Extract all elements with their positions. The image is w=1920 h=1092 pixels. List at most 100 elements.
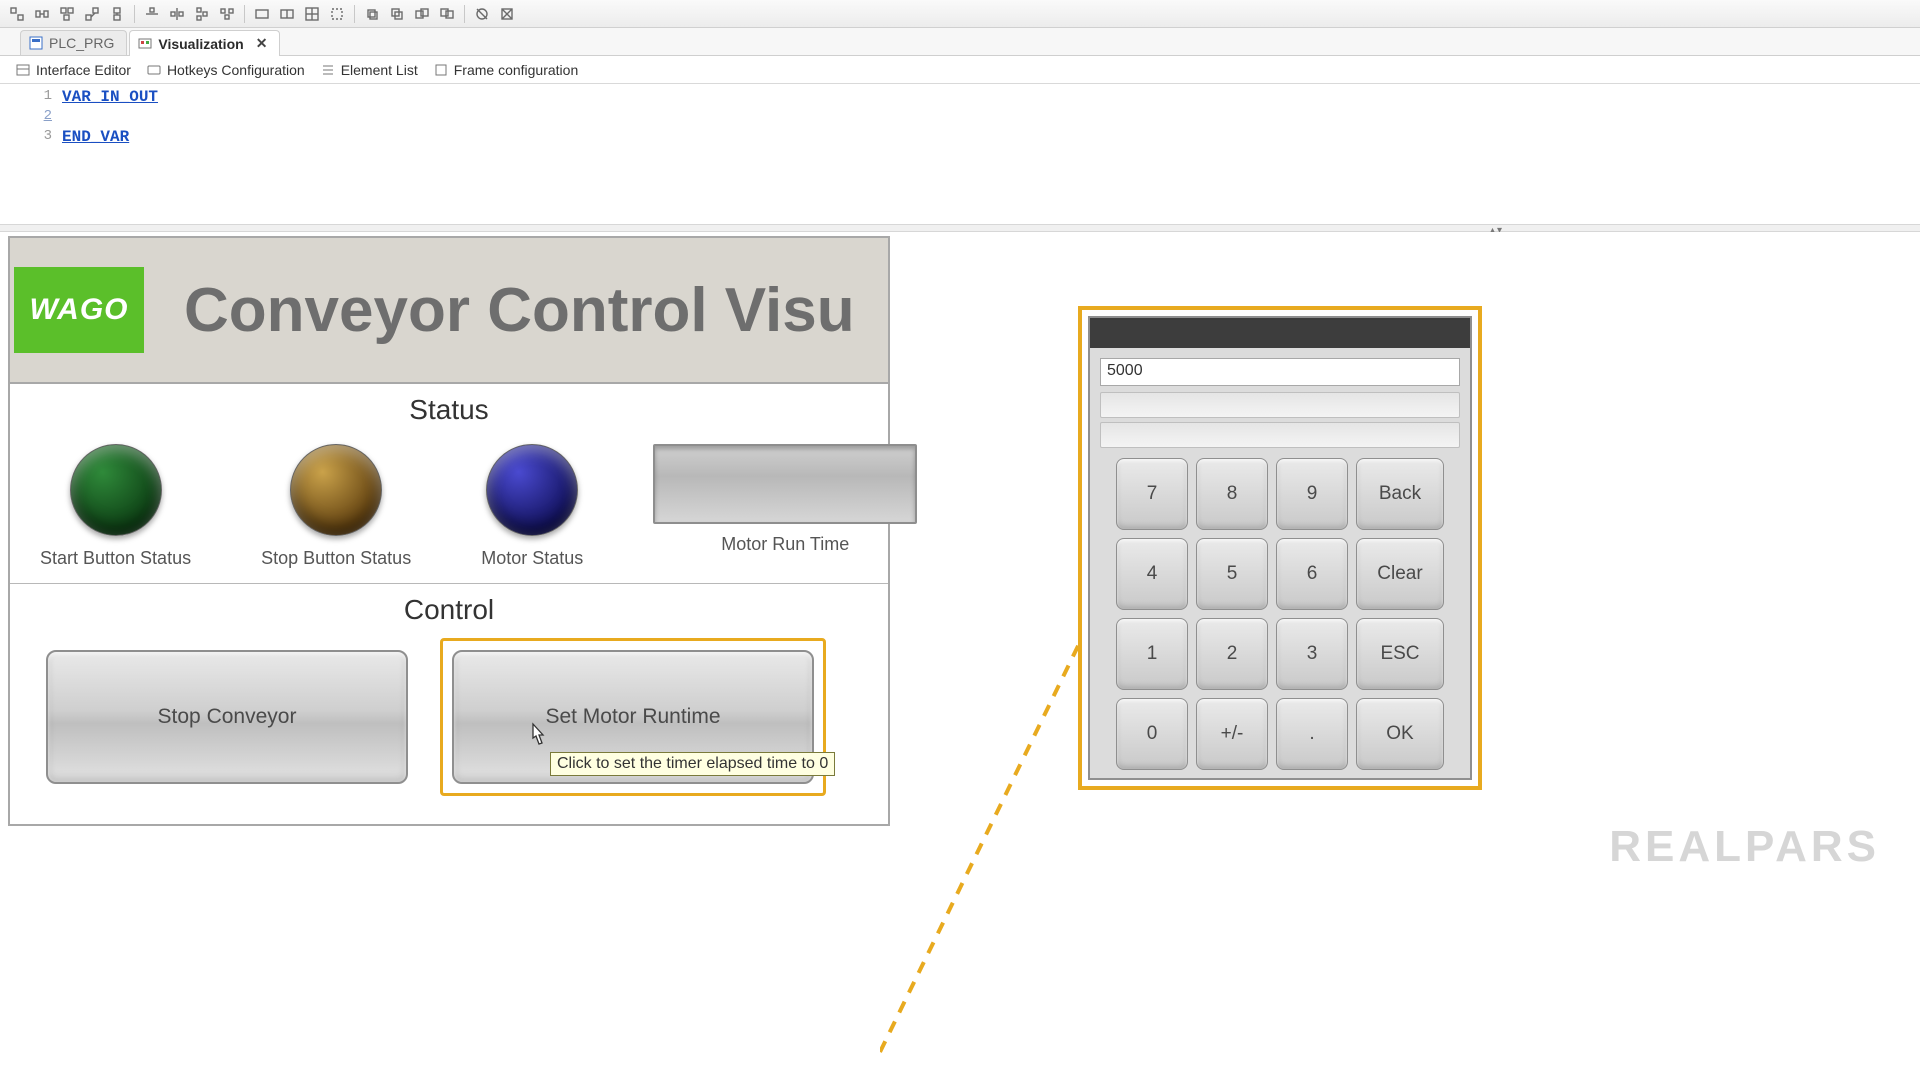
key-1[interactable]: 1 <box>1116 618 1188 690</box>
subtab-hotkeys-label: Hotkeys Configuration <box>167 62 305 78</box>
lamp-start-label: Start Button Status <box>40 548 191 569</box>
tab-visualization[interactable]: Visualization ✕ <box>129 30 280 56</box>
main-toolbar <box>0 0 1920 28</box>
toolbar-order-2[interactable] <box>386 3 408 25</box>
subtab-hotkeys[interactable]: Hotkeys Configuration <box>147 62 305 78</box>
subtab-interface-editor[interactable]: Interface Editor <box>16 62 131 78</box>
numpad-sunk-1 <box>1100 392 1460 418</box>
numpad-display[interactable]: 5000 <box>1100 358 1460 386</box>
visu-title: Conveyor Control Visu <box>144 275 888 346</box>
code-line-3: END_VAR <box>62 128 129 146</box>
code-line-1: VAR_IN_OUT <box>62 88 158 106</box>
toolbar-align-1[interactable] <box>141 3 163 25</box>
numpad-titlebar[interactable] <box>1090 318 1470 348</box>
numpad-grid: 7 8 9 Back 4 5 6 Clear 1 2 3 ESC 0 +/- .… <box>1098 458 1462 770</box>
tooltip: Click to set the timer elapsed time to 0 <box>550 752 835 776</box>
stop-conveyor-label: Stop Conveyor <box>158 705 297 729</box>
status-heading: Status <box>10 384 888 430</box>
element-list-icon <box>321 63 335 77</box>
toolbar-sep-4 <box>464 5 465 23</box>
tab-plc-label: PLC_PRG <box>49 35 114 51</box>
visualization-stage: WAGO Conveyor Control Visu Status Start … <box>0 232 1920 1080</box>
key-6[interactable]: 6 <box>1276 538 1348 610</box>
bar-runtime-col: Motor Run Time <box>653 444 917 555</box>
lamp-stop <box>290 444 382 536</box>
hotkeys-icon <box>147 63 161 77</box>
key-4[interactable]: 4 <box>1116 538 1188 610</box>
visu-header: WAGO Conveyor Control Visu <box>10 238 888 384</box>
numpad: 5000 7 8 9 Back 4 5 6 Clear 1 2 3 ESC 0 … <box>1088 316 1472 780</box>
toolbar-align-2[interactable] <box>166 3 188 25</box>
wago-logo: WAGO <box>14 267 144 353</box>
key-2[interactable]: 2 <box>1196 618 1268 690</box>
lamp-stop-label: Stop Button Status <box>261 548 411 569</box>
lamp-motor <box>486 444 578 536</box>
lamp-start-col: Start Button Status <box>40 444 191 569</box>
toolbar-order-1[interactable] <box>361 3 383 25</box>
key-3[interactable]: 3 <box>1276 618 1348 690</box>
status-row: Start Button Status Stop Button Status M… <box>10 430 888 584</box>
subtab-frame-config[interactable]: Frame configuration <box>434 62 579 78</box>
toolbar-misc-1[interactable] <box>471 3 493 25</box>
visu-icon <box>138 37 152 51</box>
key-5[interactable]: 5 <box>1196 538 1268 610</box>
key-back[interactable]: Back <box>1356 458 1444 530</box>
editor-subtabs: Interface Editor Hotkeys Configuration E… <box>0 56 1920 84</box>
key-dot[interactable]: . <box>1276 698 1348 770</box>
toolbar-align-3[interactable] <box>191 3 213 25</box>
key-7[interactable]: 7 <box>1116 458 1188 530</box>
numpad-frame: 5000 7 8 9 Back 4 5 6 Clear 1 2 3 ESC 0 … <box>1078 306 1482 790</box>
key-8[interactable]: 8 <box>1196 458 1268 530</box>
bar-runtime-label: Motor Run Time <box>721 534 849 555</box>
toolbar-grid-2[interactable] <box>276 3 298 25</box>
bar-motor-runtime <box>653 444 917 524</box>
toolbar-order-3[interactable] <box>411 3 433 25</box>
horizontal-splitter[interactable]: ▴▾ <box>0 224 1920 232</box>
lamp-motor-col: Motor Status <box>481 444 583 569</box>
set-motor-runtime-button[interactable]: Set Motor Runtime Click to set the timer… <box>452 650 814 784</box>
document-tabs: PLC_PRG Visualization ✕ <box>0 28 1920 56</box>
toolbar-order-4[interactable] <box>436 3 458 25</box>
toolbar-sep-1 <box>134 5 135 23</box>
lamp-stop-col: Stop Button Status <box>261 444 411 569</box>
toolbar-grid-3[interactable] <box>301 3 323 25</box>
toolbar-grid-1[interactable] <box>251 3 273 25</box>
close-icon[interactable]: ✕ <box>256 35 268 52</box>
line-number-3: 3 <box>0 128 62 144</box>
key-9[interactable]: 9 <box>1276 458 1348 530</box>
toolbar-btn-1[interactable] <box>6 3 28 25</box>
toolbar-align-4[interactable] <box>216 3 238 25</box>
stop-conveyor-button[interactable]: Stop Conveyor <box>46 650 408 784</box>
line-number-2: 2 <box>0 108 62 124</box>
toolbar-sep-2 <box>244 5 245 23</box>
lamp-start <box>70 444 162 536</box>
cursor-pointer-icon <box>524 722 550 752</box>
toolbar-btn-4[interactable] <box>81 3 103 25</box>
lamp-motor-label: Motor Status <box>481 548 583 569</box>
key-plusminus[interactable]: +/- <box>1196 698 1268 770</box>
key-0[interactable]: 0 <box>1116 698 1188 770</box>
visu-panel: WAGO Conveyor Control Visu Status Start … <box>8 236 890 826</box>
set-runtime-wrap: Set Motor Runtime Click to set the timer… <box>452 650 814 784</box>
toolbar-btn-2[interactable] <box>31 3 53 25</box>
line-number-1: 1 <box>0 88 62 104</box>
key-clear[interactable]: Clear <box>1356 538 1444 610</box>
callout-line <box>880 632 1100 1092</box>
frame-config-icon <box>434 63 448 77</box>
toolbar-sep-3 <box>354 5 355 23</box>
plc-icon <box>29 36 43 50</box>
control-heading: Control <box>10 584 888 630</box>
interface-code-editor[interactable]: 1 VAR_IN_OUT 2 3 END_VAR <box>0 84 1920 224</box>
subtab-interface-label: Interface Editor <box>36 62 131 78</box>
key-ok[interactable]: OK <box>1356 698 1444 770</box>
key-esc[interactable]: ESC <box>1356 618 1444 690</box>
toolbar-btn-5[interactable] <box>106 3 128 25</box>
toolbar-grid-4[interactable] <box>326 3 348 25</box>
toolbar-btn-3[interactable] <box>56 3 78 25</box>
tab-plc-prg[interactable]: PLC_PRG <box>20 30 127 55</box>
set-runtime-label: Set Motor Runtime <box>545 705 720 729</box>
realpars-watermark: REALPARS <box>1609 822 1880 872</box>
tab-visu-label: Visualization <box>158 36 243 52</box>
subtab-element-list[interactable]: Element List <box>321 62 418 78</box>
toolbar-misc-2[interactable] <box>496 3 518 25</box>
